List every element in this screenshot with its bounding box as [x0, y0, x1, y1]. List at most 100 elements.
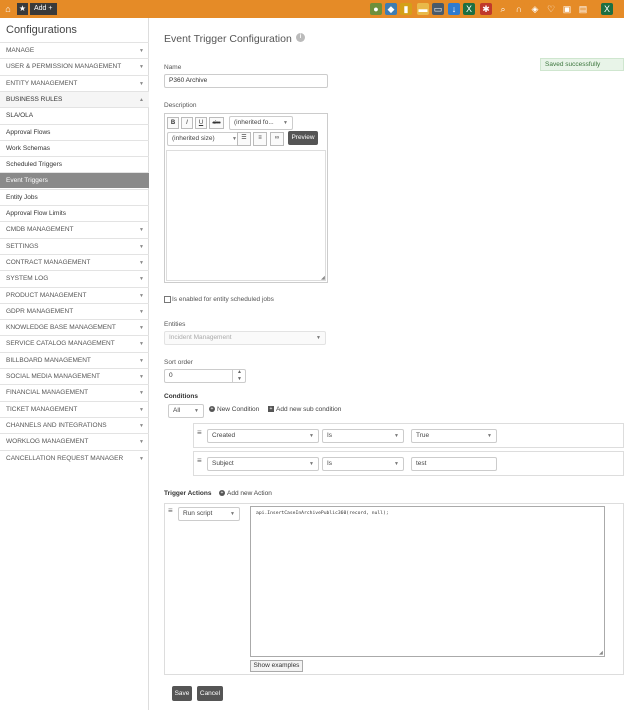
excel-icon[interactable]: X: [463, 3, 475, 15]
chevron-down-icon: ▼: [316, 335, 321, 341]
condition-value-input[interactable]: test: [411, 457, 497, 471]
resize-handle-icon[interactable]: ◢: [321, 275, 325, 281]
top-bar: ⌂ ★ Add + ● ◆ ▮ ▬ ▭ ↓ X ✱ ⌕ ∩ ◈ ♡ ▣ ▤ X: [0, 0, 624, 18]
calendar-icon[interactable]: ▣: [561, 3, 573, 15]
sidebar-item-knowledge-base-management[interactable]: KNOWLEDGE BASE MANAGEMENT ▼: [0, 319, 149, 335]
sidebar-item-approval-flows[interactable]: Approval Flows: [0, 123, 149, 140]
sidebar-item-cancellation-request-manager[interactable]: CANCELLATION REQUEST MANAGER ▼: [0, 449, 149, 466]
chat-icon[interactable]: ▤: [577, 3, 589, 15]
sidebar-item-billboard-management[interactable]: BILLBOARD MANAGEMENT ▼: [0, 351, 149, 368]
map-icon[interactable]: ◆: [385, 3, 397, 15]
download-icon[interactable]: ↓: [448, 3, 460, 15]
sidebar-item-service-catalog-management[interactable]: SERVICE CATALOG MANAGEMENT ▼: [0, 335, 149, 351]
laptop-icon[interactable]: ▭: [432, 3, 444, 15]
sidebar-item-event-triggers[interactable]: Event Triggers: [0, 172, 149, 189]
sidebar-item-channels-and-integrations[interactable]: CHANNELS AND INTEGRATIONS ▼: [0, 416, 149, 433]
sidebar: Configurations MANAGE ▼ USER & PERMISSION …: [0, 18, 149, 710]
drag-handle-icon[interactable]: ≡: [197, 456, 202, 465]
add-new-action-link[interactable]: + Add new Action: [219, 490, 272, 497]
cancel-button[interactable]: Cancel: [197, 686, 223, 701]
sidebar-item-contract-management[interactable]: CONTRACT MANAGEMENT ▼: [0, 253, 149, 270]
tag-icon[interactable]: ◈: [529, 3, 541, 15]
drag-handle-icon[interactable]: ≡: [168, 506, 173, 515]
bold-button[interactable]: B: [167, 117, 179, 129]
link-icon[interactable]: ∞: [270, 132, 284, 146]
italic-button[interactable]: I: [181, 117, 193, 129]
sidebar-item-financial-management[interactable]: FINANCIAL MANAGEMENT ▼: [0, 384, 149, 400]
sidebar-item-approval-flow-limits[interactable]: Approval Flow Limits: [0, 205, 149, 221]
info-icon[interactable]: i: [296, 33, 305, 42]
sidebar-item-manage[interactable]: MANAGE ▼: [0, 42, 149, 58]
underline-button[interactable]: U: [195, 117, 207, 129]
sidebar-item-worklog-management[interactable]: WORKLOG MANAGEMENT ▼: [0, 433, 149, 449]
numbered-list-icon[interactable]: ≡: [253, 132, 267, 146]
chevron-down-icon[interactable]: ▼: [233, 376, 246, 383]
saved-notification: Saved successfully: [540, 58, 624, 71]
sidebar-item-settings[interactable]: SETTINGS ▼: [0, 237, 149, 254]
condition-operator-select[interactable]: Is ▼: [322, 429, 404, 443]
entities-select[interactable]: Incident Management ▼: [164, 331, 326, 345]
excel-profile-icon[interactable]: X: [601, 3, 613, 15]
conditions-label: Conditions: [164, 393, 198, 400]
font-size-select[interactable]: (inherited size) ▼: [167, 132, 242, 146]
condition-value-select[interactable]: True ▼: [411, 429, 497, 443]
sidebar-item-label: FINANCIAL MANAGEMENT: [6, 389, 89, 397]
sidebar-item-entity-management[interactable]: ENTITY MANAGEMENT ▼: [0, 74, 149, 91]
heart-icon[interactable]: ♡: [545, 3, 557, 15]
sidebar-item-system-log[interactable]: SYSTEM LOG ▼: [0, 270, 149, 286]
sidebar-item-social-media-management[interactable]: SOCIAL MEDIA MANAGEMENT ▼: [0, 368, 149, 384]
sidebar-item-label: SLA/OLA: [6, 112, 34, 120]
folder-icon[interactable]: ▬: [417, 3, 429, 15]
sidebar-item-label: Approval Flow Limits: [6, 210, 66, 217]
sidebar-item-sla-ola[interactable]: SLA/OLA: [0, 107, 149, 123]
condition-field-select[interactable]: Subject ▼: [207, 457, 319, 471]
sidebar-item-label: USER & PERMISSION MANAGEMENT: [6, 63, 122, 71]
preview-button[interactable]: Preview: [288, 131, 318, 145]
add-sub-condition-link[interactable]: + Add new sub condition: [268, 406, 341, 413]
sidebar-item-work-schemas[interactable]: Work Schemas: [0, 139, 149, 156]
resize-handle-icon[interactable]: ◢: [599, 650, 603, 656]
save-button[interactable]: Save: [172, 686, 192, 701]
sidebar-item-entity-jobs[interactable]: Entity Jobs: [0, 188, 149, 205]
condition-field-select[interactable]: Created ▼: [207, 429, 319, 443]
sidebar-item-business-rules[interactable]: BUSINESS RULES ▲: [0, 90, 149, 107]
sidebar-item-label: MANAGE: [6, 47, 35, 54]
sidebar-item-gdpr-management[interactable]: GDPR MANAGEMENT ▼: [0, 302, 149, 319]
sidebar-item-ticket-management[interactable]: TICKET MANAGEMENT ▼: [0, 400, 149, 417]
bulb-icon[interactable]: ●: [370, 3, 382, 15]
sort-order-label: Sort order: [164, 359, 193, 366]
puzzle-icon[interactable]: ✱: [480, 3, 492, 15]
font-family-select[interactable]: (inherited fo... ▼: [229, 116, 293, 130]
strikethrough-button[interactable]: abc: [209, 117, 224, 129]
sidebar-item-label: CANCELLATION REQUEST MANAGER: [6, 454, 124, 462]
chart-icon[interactable]: ▮: [400, 3, 412, 15]
conditions-mode-select[interactable]: All ▼: [168, 404, 204, 418]
chevron-down-icon: ▼: [139, 374, 144, 380]
drag-handle-icon[interactable]: ≡: [197, 428, 202, 437]
action-type-select[interactable]: Run script ▼: [178, 507, 240, 521]
description-textarea[interactable]: [166, 150, 326, 281]
plus-square-icon: +: [268, 406, 274, 413]
condition-operator-select[interactable]: Is ▼: [322, 457, 404, 471]
sidebar-item-user-permission-management[interactable]: USER & PERMISSION MANAGEMENT ▼: [0, 58, 149, 74]
chevron-up-icon[interactable]: ▲: [233, 369, 246, 376]
sidebar-item-cmdb-management[interactable]: CMDB MANAGEMENT ▼: [0, 221, 149, 237]
sidebar-item-scheduled-triggers[interactable]: Scheduled Triggers: [0, 156, 149, 172]
add-button[interactable]: Add +: [30, 3, 57, 15]
scheduled-jobs-checkbox[interactable]: [164, 296, 171, 303]
chevron-down-icon: ▼: [139, 455, 144, 462]
new-condition-link[interactable]: + New Condition: [209, 406, 259, 413]
sidebar-item-label: WORKLOG MANAGEMENT: [6, 438, 89, 446]
sort-order-stepper[interactable]: ▲ ▼: [232, 369, 246, 383]
headset-icon[interactable]: ∩: [513, 3, 525, 15]
plus-icon: +: [48, 5, 53, 12]
favorites-star-icon[interactable]: ★: [17, 3, 28, 15]
bullet-list-icon[interactable]: ☰: [237, 132, 251, 146]
name-input[interactable]: P360 Archive: [164, 74, 328, 88]
sidebar-item-product-management[interactable]: PRODUCT MANAGEMENT ▼: [0, 286, 149, 303]
search-icon[interactable]: ⌕: [497, 3, 509, 15]
show-examples-button[interactable]: Show examples: [250, 660, 303, 672]
home-icon[interactable]: ⌂: [3, 4, 13, 14]
script-textarea[interactable]: api.InsertCaseInArchivePublic360(record,…: [250, 506, 605, 657]
chevron-down-icon: ▼: [139, 422, 144, 429]
